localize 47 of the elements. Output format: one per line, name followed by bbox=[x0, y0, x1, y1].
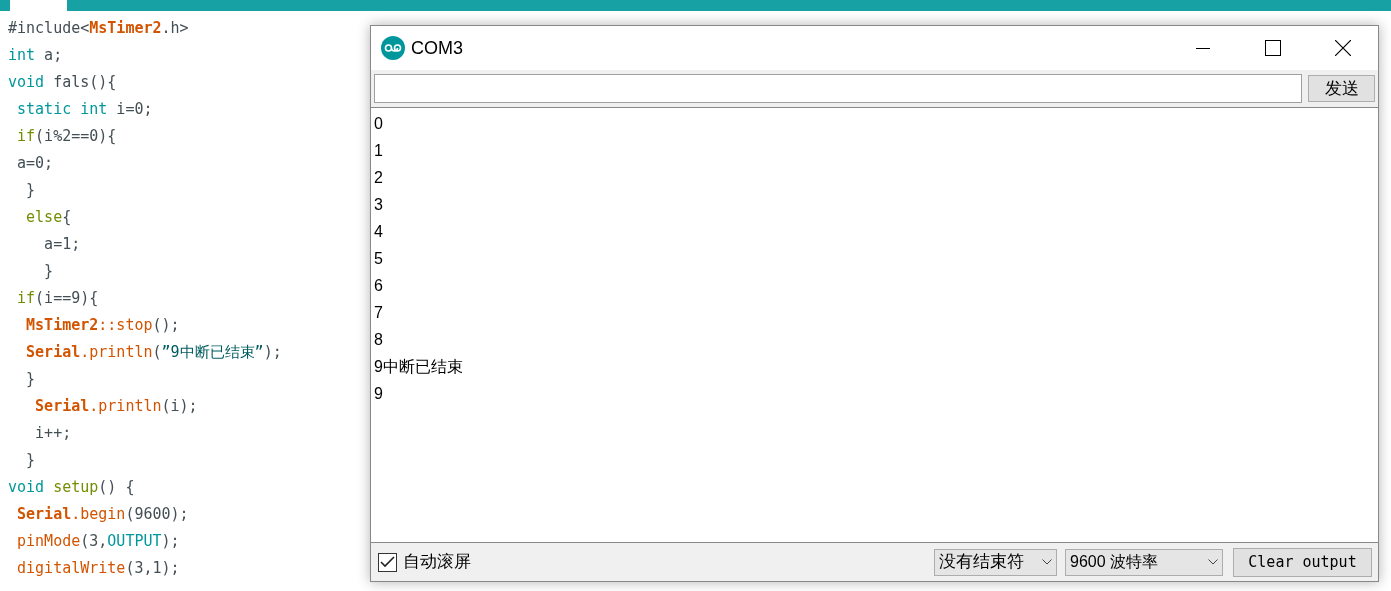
output-line: 5 bbox=[374, 249, 383, 269]
app-logo-icon bbox=[381, 36, 405, 60]
chevron-down-icon bbox=[1042, 559, 1052, 565]
code-line: Serial.println(i); bbox=[34, 396, 198, 417]
line-ending-dropdown[interactable]: 没有结束符 bbox=[934, 548, 1057, 576]
autoscroll-label: 自动滚屏 bbox=[403, 551, 471, 574]
send-field[interactable] bbox=[374, 74, 1302, 103]
code-line: } bbox=[25, 450, 36, 471]
code-line: i++; bbox=[34, 423, 72, 444]
code-line: MsTimer2::stop(); bbox=[25, 315, 180, 336]
code-line: static int i=0; bbox=[16, 99, 153, 120]
maximize-icon bbox=[1265, 40, 1281, 56]
code-line: } bbox=[25, 369, 36, 390]
output-line: 9中断已结束 bbox=[374, 357, 463, 377]
code-line: pinMode(3,OUTPUT); bbox=[16, 531, 180, 552]
minimize-icon bbox=[1196, 47, 1210, 49]
code-line: void fals(){ bbox=[8, 72, 117, 93]
output-line: 8 bbox=[374, 330, 383, 350]
window-title: COM3 bbox=[411, 36, 463, 60]
code-line: if(i==9){ bbox=[16, 288, 99, 309]
code-line: void setup() { bbox=[8, 477, 135, 498]
code-line: digitalWrite(3,1); bbox=[16, 558, 180, 579]
autoscroll-checkbox[interactable] bbox=[378, 552, 397, 572]
checkmark-icon bbox=[380, 556, 395, 568]
code-line: } bbox=[43, 261, 54, 282]
output-line: 2 bbox=[374, 168, 383, 188]
output-line: 6 bbox=[374, 276, 383, 296]
output-line: 7 bbox=[374, 303, 383, 323]
code-line: a=1; bbox=[43, 234, 81, 255]
send-button[interactable]: 发送 bbox=[1308, 75, 1375, 102]
code-line: a=0; bbox=[16, 153, 54, 174]
code-line: Serial.begin(9600); bbox=[16, 504, 189, 525]
code-line: else{ bbox=[25, 207, 72, 228]
code-line: #include<MsTimer2.h> bbox=[8, 18, 189, 39]
output-line: 9 bbox=[374, 384, 383, 404]
chevron-down-icon bbox=[1208, 559, 1218, 565]
baud-rate-dropdown[interactable]: 9600 波特率 bbox=[1065, 548, 1223, 576]
output-line: 3 bbox=[374, 195, 383, 215]
output-line: 1 bbox=[374, 141, 383, 161]
code-line: int a; bbox=[8, 45, 63, 66]
close-icon bbox=[1335, 40, 1351, 56]
code-line: Serial.println(”9中断已结束”); bbox=[25, 342, 282, 363]
clear-output-button[interactable]: Clear output bbox=[1233, 547, 1372, 577]
output-line: 0 bbox=[374, 114, 383, 134]
code-line: } bbox=[25, 180, 36, 201]
output-line: 4 bbox=[374, 222, 383, 242]
code-line: if(i%2==0){ bbox=[16, 126, 117, 147]
